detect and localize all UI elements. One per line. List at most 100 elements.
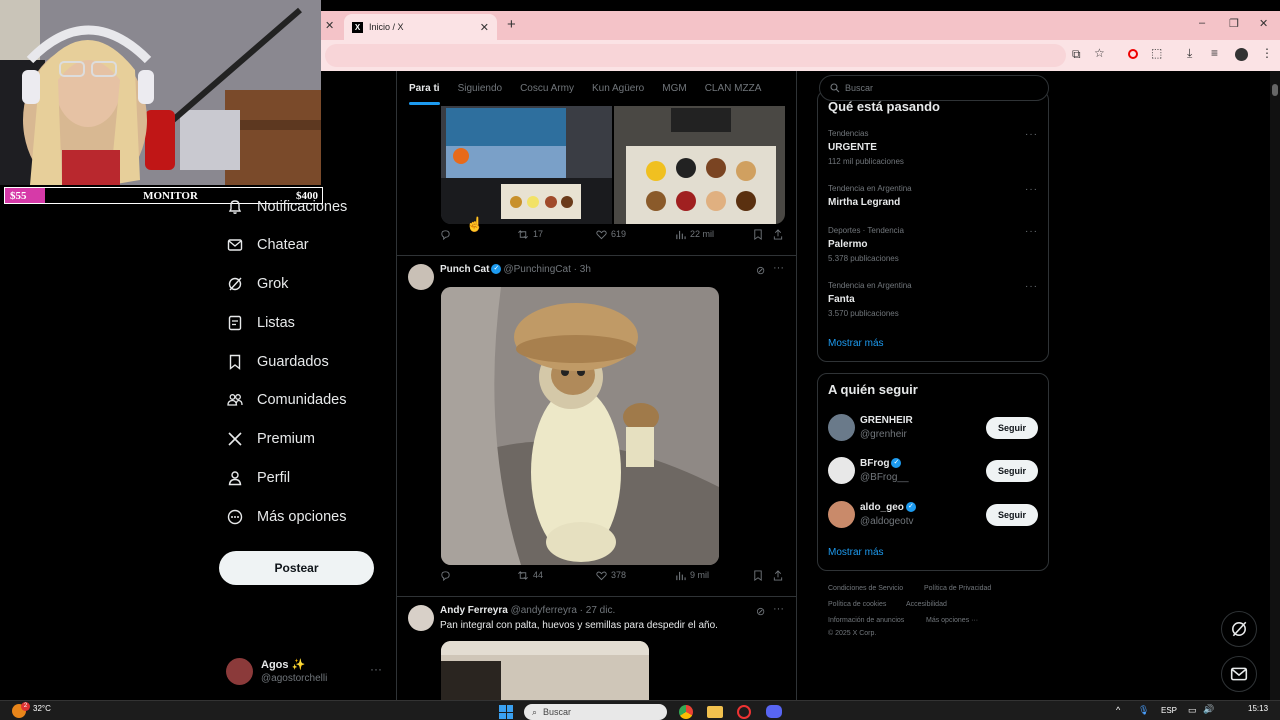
browser-tab[interactable]: X Inicio / X ✕ [344, 14, 497, 40]
reply-button[interactable] [440, 570, 455, 581]
account-more-icon[interactable]: ··· [370, 662, 382, 676]
trend-more-icon[interactable]: ··· [1025, 226, 1038, 237]
post2-handle[interactable]: @PunchingCat [503, 264, 570, 275]
post-button[interactable]: Postear [219, 551, 374, 585]
retweet-button[interactable]: 17 [517, 229, 543, 240]
discord-icon[interactable] [766, 705, 782, 718]
sidebar-item-profile[interactable]: Perfil [226, 465, 290, 491]
trend-more-icon[interactable]: ··· [1025, 184, 1038, 195]
trend-more-icon[interactable]: ··· [1025, 129, 1038, 140]
post3-handle[interactable]: @andyferreyra [511, 605, 577, 616]
follow-suggestion[interactable]: GRENHEIR @grenheir Seguir [818, 410, 1048, 446]
media-icon[interactable]: ≡ [1211, 46, 1218, 60]
star-icon[interactable]: ☆ [1094, 46, 1105, 60]
post1-media[interactable] [441, 106, 785, 224]
sidebar-item-more[interactable]: Más opciones [226, 504, 346, 530]
footer-link-ads[interactable]: Información de anuncios [828, 617, 904, 624]
footer-link-privacy[interactable]: Política de Privacidad [924, 585, 991, 592]
new-tab-button[interactable]: + [507, 16, 516, 33]
like-button[interactable]: 619 [596, 229, 626, 240]
language-indicator[interactable]: ESP [1161, 706, 1177, 715]
trend-more-icon[interactable]: ··· [1025, 281, 1038, 292]
post-more-icon[interactable]: ··· [773, 262, 784, 274]
trend-item[interactable]: Deportes · Tendencia Palermo 5.378 publi… [818, 222, 1048, 270]
post3-media[interactable] [441, 641, 649, 700]
avatar[interactable] [408, 264, 434, 290]
tray-chevron-icon[interactable]: ^ [1116, 705, 1120, 715]
taskbar-search[interactable]: ⌕ Buscar [524, 704, 667, 720]
opera-icon[interactable] [1128, 49, 1138, 59]
tab-for-you[interactable]: Para ti [409, 83, 440, 105]
sidebar-item-bookmarks[interactable]: Guardados [226, 349, 329, 375]
sidebar-item-chat[interactable]: Chatear [226, 232, 309, 258]
sidebar-item-lists[interactable]: Listas [226, 310, 295, 336]
extensions-icon[interactable]: ⬚ [1151, 46, 1162, 60]
close-prev-tab-icon[interactable]: ✕ [325, 19, 334, 32]
reply-button[interactable] [440, 229, 455, 240]
download-icon[interactable]: ⤓ [1187, 46, 1192, 61]
follow-suggestion[interactable]: aldo_geo ✓ @aldogeotv Seguir [818, 497, 1048, 533]
chrome-icon[interactable] [679, 705, 693, 719]
post2-media[interactable] [441, 287, 719, 565]
scrollbar[interactable] [1270, 71, 1280, 700]
tab-clan-mzza[interactable]: CLAN MZZA [705, 83, 762, 94]
avatar[interactable] [408, 605, 434, 631]
grok-float-button[interactable] [1221, 611, 1257, 647]
follow-suggestion[interactable]: BFrog ✓ @BFrog__ Seguir [818, 453, 1048, 489]
follow-button[interactable]: Seguir [986, 460, 1038, 482]
clock[interactable]: 15:13 [1248, 704, 1268, 713]
close-window-button[interactable]: ✕ [1259, 17, 1268, 30]
post3-time[interactable]: · 27 dic. [580, 605, 616, 616]
install-icon[interactable]: ⧉ [1072, 47, 1081, 62]
volume-icon[interactable]: 🔊 [1203, 704, 1214, 715]
grok-icon[interactable]: ⊘ [756, 264, 765, 277]
footer-link-terms[interactable]: Condiciones de Servicio [828, 585, 903, 592]
tab-mgm[interactable]: MGM [662, 83, 686, 94]
post2-time[interactable]: · 3h [574, 264, 591, 275]
like-button[interactable]: 378 [596, 570, 626, 581]
bookmark-button[interactable] [753, 228, 767, 240]
tab-close-icon[interactable]: ✕ [480, 21, 489, 34]
grok-icon[interactable]: ⊘ [756, 605, 765, 618]
sidebar-item-communities[interactable]: Comunidades [226, 387, 346, 413]
tab-coscu-army[interactable]: Coscu Army [520, 83, 574, 94]
opera-taskbar-icon[interactable] [737, 705, 751, 719]
scrollbar-thumb[interactable] [1272, 84, 1278, 96]
bookmark-button[interactable] [753, 569, 767, 581]
address-bar[interactable] [325, 44, 1066, 67]
views-button[interactable]: 22 mil [675, 229, 714, 240]
share-button[interactable] [773, 569, 787, 581]
account-switcher[interactable]: Agos ✨ @agostorchelli ··· [226, 655, 391, 689]
trend-item[interactable]: Tendencias URGENTE 112 mil publicaciones… [818, 125, 1048, 173]
sidebar-item-premium[interactable]: Premium [226, 426, 315, 452]
post3-author-name[interactable]: Andy Ferreyra [440, 605, 508, 616]
restore-button[interactable]: ❐ [1229, 17, 1239, 30]
follow-button[interactable]: Seguir [986, 417, 1038, 439]
minimize-button[interactable]: – [1199, 17, 1205, 29]
footer-link-more[interactable]: Más opciones ··· [926, 617, 978, 624]
show-more-trends-link[interactable]: Mostrar más [828, 338, 884, 349]
tab-following[interactable]: Siguiendo [458, 83, 502, 94]
share-button[interactable] [773, 228, 787, 240]
folder-icon[interactable] [707, 706, 723, 718]
search-input[interactable]: Buscar [819, 75, 1049, 101]
profile-avatar-icon[interactable] [1235, 48, 1248, 61]
windows-start-icon[interactable] [499, 705, 513, 719]
post2-author-name[interactable]: Punch Cat [440, 264, 489, 275]
tab-kun-aguero[interactable]: Kun Agüero [592, 83, 644, 94]
mic-icon[interactable]: 🎙 [1138, 705, 1149, 716]
messages-float-button[interactable] [1221, 656, 1257, 692]
sidebar-item-notifications[interactable]: Notificaciones [226, 194, 347, 220]
views-button[interactable]: 9 mil [675, 570, 709, 581]
network-icon[interactable]: ▭ [1188, 705, 1197, 716]
sidebar-item-grok[interactable]: Grok [226, 271, 288, 297]
menu-dots-icon[interactable]: ⋮ [1261, 46, 1273, 60]
trend-item[interactable]: Tendencia en Argentina Fanta 3.570 publi… [818, 277, 1048, 325]
follow-button[interactable]: Seguir [986, 504, 1038, 526]
post-more-icon[interactable]: ··· [773, 603, 784, 615]
footer-link-accessibility[interactable]: Accesibilidad [906, 601, 947, 608]
retweet-button[interactable]: 44 [517, 570, 543, 581]
show-more-follow-link[interactable]: Mostrar más [828, 547, 884, 558]
footer-link-cookies[interactable]: Política de cookies [828, 601, 886, 608]
trend-item[interactable]: Tendencia en Argentina Mirtha Legrand ··… [818, 180, 1048, 216]
